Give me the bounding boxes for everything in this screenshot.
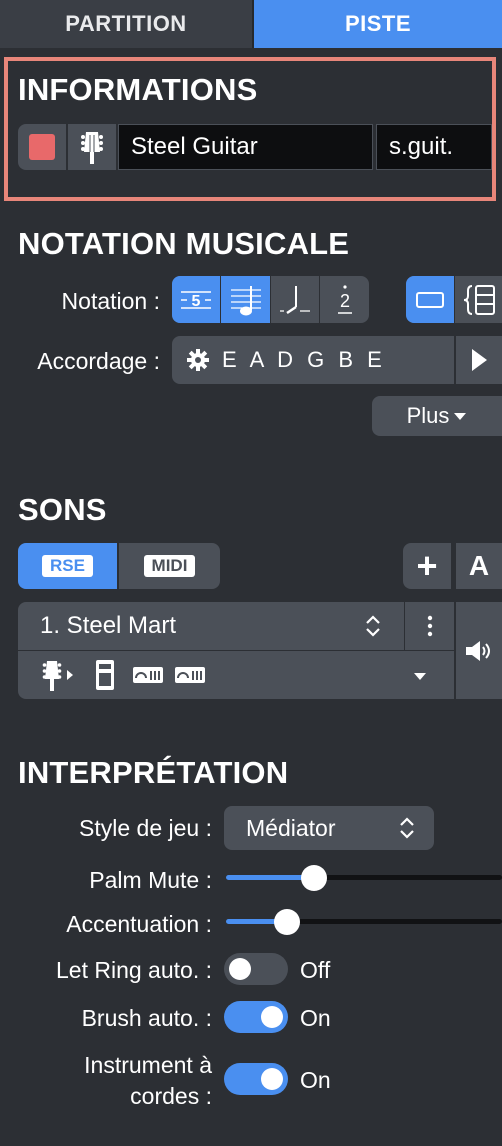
tuning-selector[interactable]: E A D G B E xyxy=(172,336,454,384)
brush-label: Brush auto. : xyxy=(81,1005,212,1031)
arrow-right-icon xyxy=(67,670,73,680)
let-ring-toggle[interactable] xyxy=(224,953,288,985)
palm-mute-slider-thumb[interactable] xyxy=(301,865,327,891)
single-staff-button[interactable] xyxy=(406,276,455,323)
single-staff-icon xyxy=(416,291,444,308)
tuning-play-button[interactable] xyxy=(456,336,502,384)
toggle-knob xyxy=(229,958,251,980)
tab-digit: 5 xyxy=(192,293,201,310)
brush-toggle[interactable] xyxy=(224,1001,288,1033)
updown-chevron-icon xyxy=(366,615,380,637)
let-ring-state: Off xyxy=(300,957,331,983)
preset-options-button[interactable] xyxy=(405,602,454,650)
multi-staff-button[interactable] xyxy=(455,276,502,323)
vertical-dots-icon xyxy=(427,615,432,637)
accentuation-label: Accentuation : xyxy=(66,911,212,937)
updown-chevron-icon xyxy=(400,817,414,839)
track-color-swatch xyxy=(29,134,55,160)
tuning-label: Accordage : xyxy=(37,348,160,374)
staff-layout-control xyxy=(406,276,502,323)
more-button[interactable]: Plus xyxy=(372,396,502,436)
notation-segmented-control: 5 2 xyxy=(172,276,369,323)
signal-chain-row[interactable] xyxy=(18,651,454,699)
string-instrument-label: Instrument à cordes : xyxy=(10,1050,212,1112)
effect-pedal-icon xyxy=(133,667,163,683)
tab-notation-button[interactable]: 5 xyxy=(172,276,221,323)
auto-sound-button[interactable]: A xyxy=(456,543,502,589)
toggle-knob xyxy=(261,1068,283,1090)
rse-label: RSE xyxy=(42,555,93,577)
let-ring-label: Let Ring auto. : xyxy=(56,957,212,983)
play-style-select[interactable]: Médiator xyxy=(224,806,434,850)
slash-notation-button[interactable] xyxy=(271,276,320,323)
track-name-field[interactable]: Steel Guitar xyxy=(118,124,373,170)
tab-partition[interactable]: PARTITION xyxy=(0,0,254,48)
palm-mute-label: Palm Mute : xyxy=(89,867,212,893)
standard-notation-button[interactable] xyxy=(221,276,271,323)
tablature-icon: 5 xyxy=(181,290,211,310)
play-style-value: Médiator xyxy=(246,814,336,841)
rhythm-notation-icon xyxy=(280,285,310,314)
caret-down-icon xyxy=(414,673,426,680)
accentuation-slider-thumb[interactable] xyxy=(274,909,300,935)
instrument-icon-button[interactable] xyxy=(68,124,116,170)
numbered-notation-icon: 2 xyxy=(337,284,352,314)
play-style-label: Style de jeu : xyxy=(79,815,212,841)
rse-button[interactable]: RSE xyxy=(18,543,117,589)
string-instrument-label-line2: cordes : xyxy=(130,1083,212,1109)
effect-pedal-icon xyxy=(175,667,205,683)
sound-preset-selector[interactable]: 1. Steel Mart xyxy=(18,602,404,650)
informations-title: INFORMATIONS xyxy=(18,72,258,107)
notation-title: NOTATION MUSICALE xyxy=(18,226,350,261)
string-instrument-toggle[interactable] xyxy=(224,1063,288,1095)
numbered-digit: 2 xyxy=(339,291,349,311)
string-instrument-label-line1: Instrument à xyxy=(84,1052,212,1078)
speaker-icon xyxy=(466,640,490,661)
play-icon xyxy=(472,349,487,371)
guitar-headstock-icon xyxy=(42,661,62,691)
volume-button[interactable] xyxy=(456,602,502,699)
standard-notation-icon xyxy=(230,285,261,315)
toggle-knob xyxy=(261,1006,283,1028)
staff-brace-icon xyxy=(463,284,495,315)
gear-icon xyxy=(187,349,209,371)
notation-label: Notation : xyxy=(61,288,160,314)
midi-button[interactable]: MIDI xyxy=(119,543,220,589)
add-sound-button[interactable]: + xyxy=(403,543,451,589)
tuning-value: E A D G B E xyxy=(222,347,386,372)
track-color-button[interactable] xyxy=(18,124,66,170)
amplifier-icon xyxy=(96,660,114,690)
track-short-name-field[interactable]: s.guit. xyxy=(376,124,492,170)
numbered-notation-button[interactable]: 2 xyxy=(320,276,369,323)
sound-bank-panel: 1. Steel Mart xyxy=(18,602,454,699)
interpretation-title: INTERPRÉTATION xyxy=(18,755,289,790)
guitar-headstock-icon xyxy=(81,132,103,164)
more-label: Plus xyxy=(406,403,450,428)
tab-piste[interactable]: PISTE xyxy=(254,0,502,48)
caret-down-icon xyxy=(454,413,467,420)
brush-state: On xyxy=(300,1005,331,1031)
sounds-title: SONS xyxy=(18,492,107,527)
string-instrument-state: On xyxy=(300,1067,331,1093)
sound-preset-name: 1. Steel Mart xyxy=(40,612,177,639)
midi-label: MIDI xyxy=(143,555,196,577)
